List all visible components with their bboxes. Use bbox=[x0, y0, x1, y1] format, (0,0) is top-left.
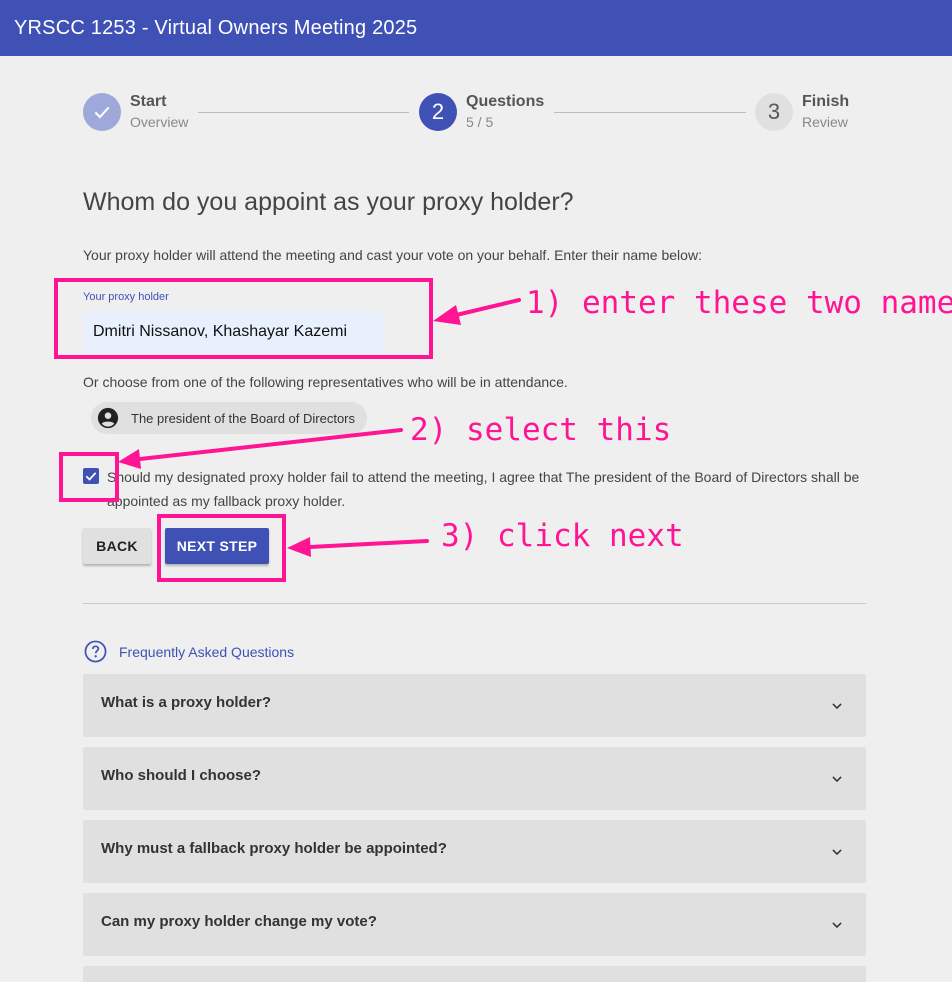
annotation-label-1: 1) enter these two names bbox=[526, 285, 952, 321]
annotation-box-proxy-field bbox=[54, 278, 433, 359]
annotation-label-2: 2) select this bbox=[410, 412, 672, 448]
fallback-agreement-text: Should my designated proxy holder fail t… bbox=[107, 469, 860, 509]
account-circle-icon bbox=[97, 407, 119, 429]
arrow-3-shaft bbox=[308, 539, 429, 549]
stepper: Start Overview 2 Questions 5 / 5 3 Finis… bbox=[83, 92, 866, 134]
faq-item[interactable]: Who should I choose? bbox=[83, 747, 866, 810]
arrow-2-shaft bbox=[138, 428, 403, 461]
step-title: Finish bbox=[802, 93, 850, 110]
step-questions[interactable]: 2 Questions 5 / 5 bbox=[419, 92, 544, 131]
annotation-box-next-button bbox=[157, 514, 286, 582]
faq-item[interactable]: Why must a fallback proxy holder be appo… bbox=[83, 820, 866, 883]
step-subtitle: Review bbox=[802, 114, 848, 130]
chevron-down-icon bbox=[832, 849, 842, 856]
back-button[interactable]: BACK bbox=[83, 528, 151, 564]
faq-item[interactable]: What is a proxy holder? bbox=[83, 674, 866, 737]
chip-label: The president of the Board of Directors bbox=[131, 410, 356, 426]
arrow-1-head bbox=[433, 305, 461, 325]
step-title: Questions bbox=[466, 93, 545, 110]
step-subtitle: 5 / 5 bbox=[466, 114, 494, 130]
step-finish[interactable]: 3 Finish Review bbox=[755, 92, 849, 131]
question-heading: Whom do you appoint as your proxy holder… bbox=[83, 188, 574, 216]
step-start[interactable]: Start Overview bbox=[83, 92, 188, 131]
stepper-connector-1 bbox=[198, 112, 409, 113]
representatives-text: Or choose from one of the following repr… bbox=[83, 374, 568, 390]
help-circle-icon bbox=[84, 640, 107, 663]
chevron-down-icon bbox=[832, 922, 842, 929]
step-number: 3 bbox=[755, 93, 793, 131]
faq-question: What is a proxy holder? bbox=[101, 694, 272, 711]
divider bbox=[83, 603, 866, 604]
chevron-down-icon bbox=[832, 776, 842, 783]
arrow-3-head bbox=[287, 537, 311, 557]
step-number: 2 bbox=[419, 93, 457, 131]
faq-item[interactable] bbox=[83, 966, 866, 982]
president-chip[interactable]: The president of the Board of Directors bbox=[91, 402, 367, 434]
stepper-connector-2 bbox=[554, 112, 746, 113]
app-bar: YRSCC 1253 - Virtual Owners Meeting 2025 bbox=[0, 0, 952, 56]
annotation-box-checkbox bbox=[59, 452, 119, 502]
arrow-1-shaft bbox=[450, 298, 521, 318]
faq-item[interactable]: Can my proxy holder change my vote? bbox=[83, 893, 866, 956]
faq-question: Who should I choose? bbox=[101, 767, 261, 784]
app-title: YRSCC 1253 - Virtual Owners Meeting 2025 bbox=[14, 16, 418, 39]
faq-question: Why must a fallback proxy holder be appo… bbox=[101, 840, 447, 857]
annotation-label-3: 3) click next bbox=[441, 518, 684, 554]
intro-text: Your proxy holder will attend the meetin… bbox=[83, 247, 702, 263]
faq-header-label: Frequently Asked Questions bbox=[119, 643, 295, 660]
faq-question: Can my proxy holder change my vote? bbox=[101, 913, 377, 930]
step-subtitle: Overview bbox=[130, 114, 189, 130]
step-title: Start bbox=[130, 93, 167, 110]
faq-header: Frequently Asked Questions bbox=[84, 640, 294, 663]
chevron-down-icon bbox=[832, 703, 842, 710]
check-icon bbox=[83, 93, 121, 131]
